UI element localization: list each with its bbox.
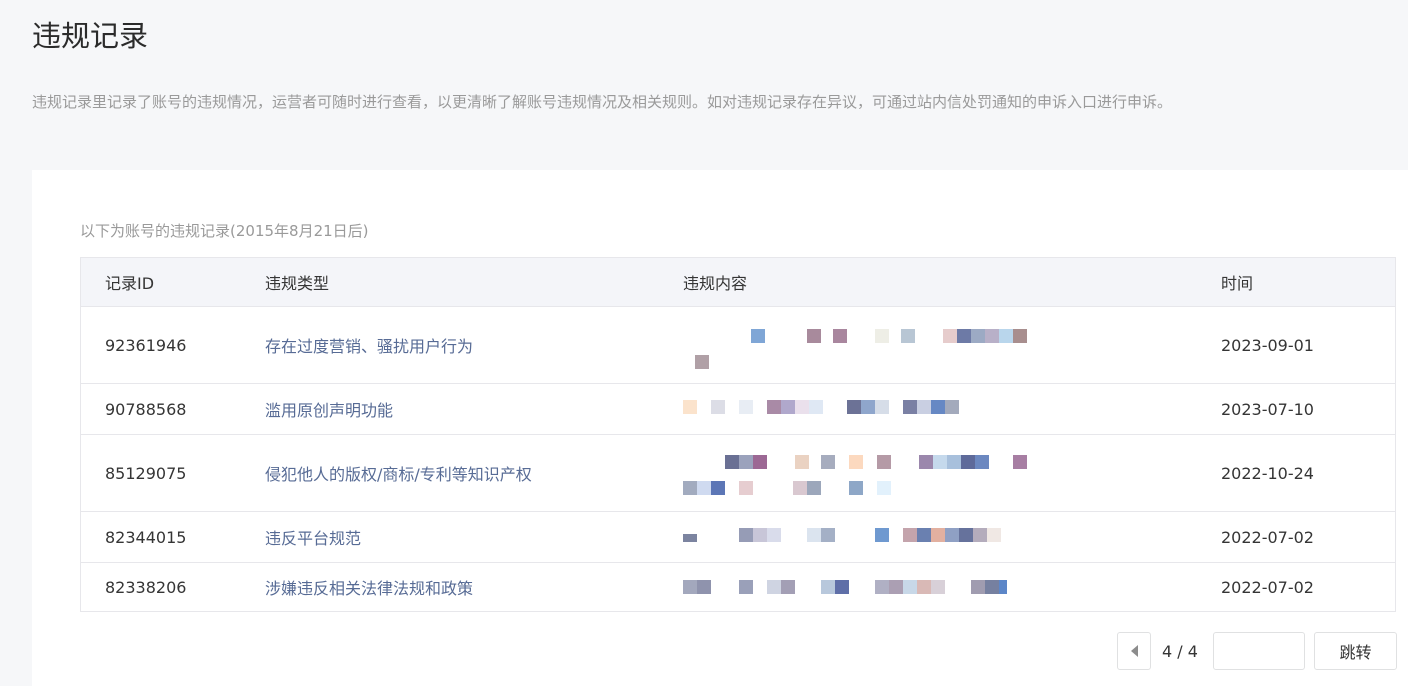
record-id: 85129075 [105,463,187,483]
table-header: 记录ID 违规类型 违规内容 时间 [81,258,1395,307]
records-card: 以下为账号的违规记录(2015年8月21日后) 记录ID 违规类型 违规内容 时… [32,170,1408,686]
record-type[interactable]: 滥用原创声明功能 [265,384,393,434]
record-content-redacted [683,384,1195,434]
table-row: 92361946 存在过度营销、骚扰用户行为 2023-09-01 [81,307,1395,384]
record-id: 90788568 [105,399,187,419]
jump-button[interactable]: 跳转 [1314,632,1397,670]
pixelated-content [683,563,1195,611]
pixelated-content [683,512,1195,562]
records-table: 记录ID 违规类型 违规内容 时间 92361946 存在过度营销、骚扰用户行为 [80,257,1396,612]
record-id: 92361946 [105,335,187,355]
record-time: 2022-07-02 [1221,527,1314,547]
table-row: 85129075 侵犯他人的版权/商标/专利等知识产权 2022-10-24 [81,435,1395,512]
record-time: 2022-10-24 [1221,463,1314,483]
record-type[interactable]: 涉嫌违反相关法律法规和政策 [265,563,473,611]
record-id: 82344015 [105,527,187,547]
table-row: 82338206 涉嫌违反相关法律法规和政策 2022-07-02 [81,563,1395,611]
prev-page-button[interactable] [1117,632,1151,670]
column-header-id: 记录ID [105,274,155,293]
record-time: 2023-09-01 [1221,335,1314,355]
record-content-redacted [683,563,1195,611]
pixelated-content [683,435,1195,511]
record-type[interactable]: 侵犯他人的版权/商标/专利等知识产权 [265,435,532,511]
page-title: 违规记录 [32,19,149,53]
column-header-content: 违规内容 [683,274,748,293]
record-id: 82338206 [105,577,187,597]
page-description: 违规记录里记录了账号的违规情况，运营者可随时进行查看，以更清晰了解账号违规情况及… [32,93,1173,111]
column-header-time: 时间 [1221,274,1254,293]
record-content-redacted [683,307,1195,383]
chevron-left-icon [1130,645,1138,657]
record-type[interactable]: 违反平台规范 [265,512,361,562]
pixelated-content [683,384,1195,434]
page-jump-input[interactable] [1213,632,1305,670]
records-caption: 以下为账号的违规记录(2015年8月21日后) [80,222,369,240]
record-content-redacted [683,435,1195,511]
record-time: 2023-07-10 [1221,399,1314,419]
table-row: 82344015 违反平台规范 2022-07-02 [81,512,1395,563]
record-type[interactable]: 存在过度营销、骚扰用户行为 [265,307,473,383]
pixelated-content [683,307,1195,383]
record-time: 2022-07-02 [1221,577,1314,597]
record-content-redacted [683,512,1195,562]
column-header-type: 违规类型 [265,274,330,293]
page-indicator: 4 / 4 [1162,641,1198,661]
table-row: 90788568 滥用原创声明功能 2023-07-10 [81,384,1395,435]
